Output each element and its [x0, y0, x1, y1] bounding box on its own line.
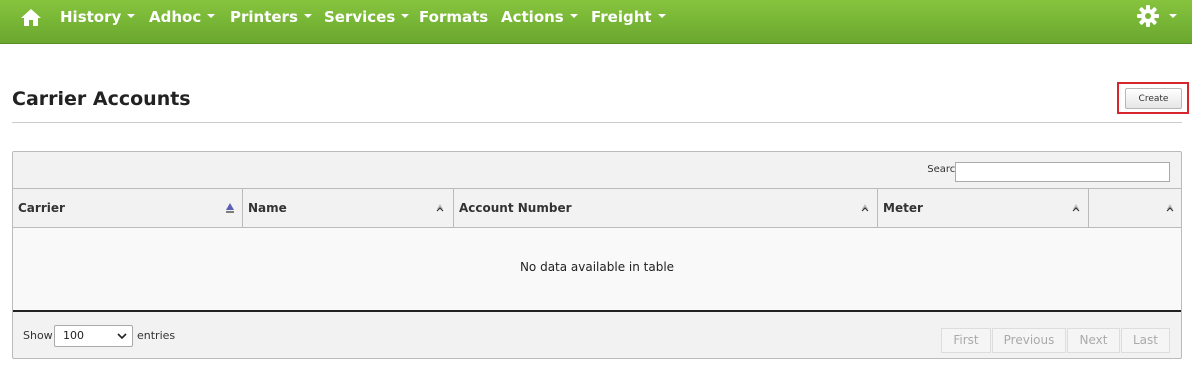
nav-formats[interactable]: Formats: [419, 6, 488, 28]
column-header-meter[interactable]: Meter: [878, 189, 1089, 227]
column-label: Account Number: [459, 201, 572, 215]
nav-freight[interactable]: Freight: [591, 6, 666, 28]
column-label: Carrier: [18, 201, 65, 215]
chevron-down-icon: [127, 13, 136, 18]
chevron-down-icon[interactable]: [1169, 14, 1177, 18]
pagination-first-button[interactable]: First: [941, 328, 991, 353]
nav-adhoc[interactable]: Adhoc: [149, 6, 216, 28]
chevron-down-icon: [207, 13, 216, 18]
sort-both-icon: [436, 204, 444, 212]
page-length-value: 100: [63, 329, 84, 342]
top-navbar: History Adhoc Printers Services Formats …: [0, 0, 1192, 44]
home-icon[interactable]: [20, 7, 42, 27]
create-button[interactable]: Create: [1125, 88, 1182, 109]
nav-printers[interactable]: Printers: [230, 6, 312, 28]
nav-formats-label: Formats: [419, 8, 489, 26]
nav-history-label: History: [60, 8, 122, 26]
sort-both-icon: [861, 204, 869, 212]
column-header-carrier[interactable]: Carrier: [13, 189, 243, 227]
pagination-next-button[interactable]: Next: [1067, 328, 1120, 353]
page-length-select[interactable]: 100: [54, 325, 133, 347]
search-input[interactable]: [955, 162, 1170, 182]
column-label: Name: [248, 201, 287, 215]
show-label: Show: [23, 329, 53, 342]
nav-services-label: Services: [324, 8, 396, 26]
sort-both-icon: [1166, 204, 1174, 212]
empty-table-message: No data available in table: [519, 260, 675, 274]
nav-freight-label: Freight: [591, 8, 652, 26]
table-header: Carrier Name Account Number Meter: [13, 188, 1181, 228]
table-body: No data available in table: [13, 228, 1181, 312]
chevron-down-icon: [569, 13, 578, 18]
pagination-last-button[interactable]: Last: [1121, 328, 1170, 353]
nav-actions-label: Actions: [501, 8, 564, 26]
column-header-actions[interactable]: [1089, 189, 1181, 227]
column-header-name[interactable]: Name: [243, 189, 454, 227]
nav-adhoc-label: Adhoc: [149, 8, 202, 26]
nav-actions[interactable]: Actions: [501, 6, 578, 28]
nav-services[interactable]: Services: [324, 6, 410, 28]
chevron-down-icon: [401, 13, 410, 18]
pagination-previous-button[interactable]: Previous: [992, 328, 1066, 353]
gear-icon[interactable]: [1136, 4, 1160, 28]
column-header-account-number[interactable]: Account Number: [454, 189, 878, 227]
sort-ascending-icon: [226, 203, 234, 213]
divider: [12, 122, 1182, 123]
page-title: Carrier Accounts: [12, 88, 191, 110]
nav-printers-label: Printers: [230, 8, 298, 26]
entries-label: entries: [137, 329, 176, 342]
sort-both-icon: [1072, 204, 1080, 212]
nav-history[interactable]: History: [60, 6, 136, 28]
chevron-down-icon: [657, 13, 666, 18]
column-label: Meter: [883, 201, 923, 215]
chevron-down-icon: [303, 13, 312, 18]
chevron-down-icon: [117, 333, 127, 340]
